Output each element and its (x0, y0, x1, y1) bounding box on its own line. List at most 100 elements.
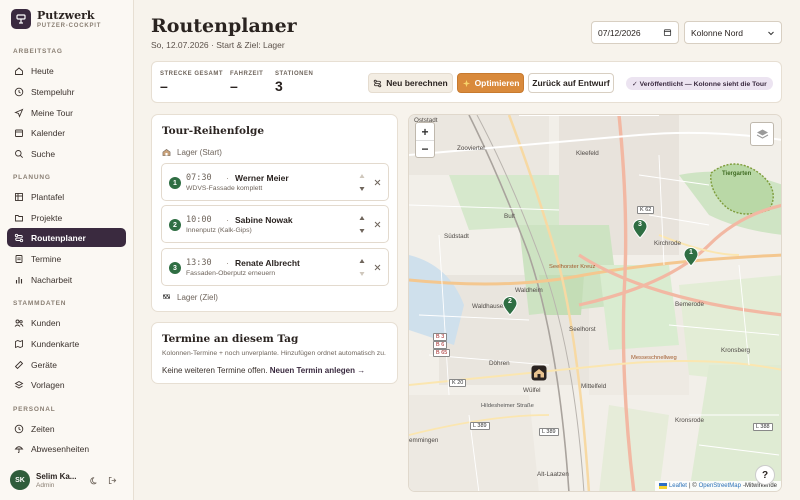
map-label: Kirchrode (654, 240, 681, 247)
sidebar-item-routenplaner[interactable]: Routenplaner (7, 228, 126, 247)
map-pin-number: 3 (638, 221, 642, 228)
move-down-button[interactable] (358, 270, 366, 278)
sidebar-item-kunden[interactable]: Kunden (7, 313, 126, 332)
triangle-down-icon (359, 229, 365, 233)
avatar[interactable]: SK (10, 470, 30, 490)
column-select[interactable]: Kolonne Nord (684, 21, 782, 44)
sidebar-item-label: Meine Tour (31, 107, 73, 118)
map-label: Südstadt (444, 233, 469, 240)
map-pin-stop-3[interactable]: 3 (632, 219, 648, 239)
back-to-draft-label: Zurück auf Entwurf (532, 78, 610, 88)
brand-title: Putzwerk (37, 8, 95, 22)
stop-time: 07:30 (186, 173, 212, 183)
move-up-button[interactable] (358, 214, 366, 222)
warehouse-icon (531, 365, 547, 381)
recalculate-button[interactable]: Neu berechnen (368, 73, 453, 93)
home-icon (15, 66, 23, 75)
sidebar-item-label: Kalender (31, 127, 66, 138)
road-shield: L 389 (470, 422, 490, 430)
map-pin-depot[interactable] (531, 365, 547, 385)
tour-stop[interactable]: 1 07:30 · Werner Meier WDVS-Fassade komp… (161, 163, 389, 201)
brand-logo-icon (11, 9, 31, 29)
sidebar-item-plantafel[interactable]: Plantafel (7, 187, 126, 206)
sidebar-item-zeiten[interactable]: Zeiten (7, 419, 126, 438)
route-stats-panel: STRECKE GESAMT – FAHRZEIT – STATIONEN 3 … (151, 61, 782, 103)
sidebar-item-abwesenheiten[interactable]: Abwesenheiten (7, 439, 126, 458)
tour-end-depot: Lager (Ziel) (162, 293, 218, 302)
sidebar-item-heute[interactable]: Heute (7, 61, 126, 80)
map-pin-stop-2[interactable]: 2 (502, 296, 518, 316)
triangle-down-icon (359, 272, 365, 276)
stat-distance-value: – (160, 78, 168, 94)
user-profile: SK Selim Ka... Admin (10, 468, 128, 492)
osm-link[interactable]: OpenStreetMap (699, 483, 741, 489)
stat-stations-value: 3 (275, 78, 283, 94)
leaflet-link[interactable]: Leaflet (669, 483, 687, 489)
map-pin-stop-1[interactable]: 1 (683, 247, 699, 267)
optimize-button[interactable]: Optimieren (457, 73, 524, 93)
tour-order-card: Tour-Reihenfolge Lager (Start) 1 07:30 ·… (151, 114, 398, 312)
map-pin-number: 2 (508, 298, 512, 305)
appointments-title: Termine an diesem Tag (162, 333, 299, 345)
sidebar-item-label: Plantafel (31, 191, 65, 202)
zoom-out-button[interactable]: − (416, 140, 434, 157)
stat-drive-time: FAHRZEIT – (230, 71, 263, 94)
sidebar-item-kundenkarte[interactable]: Kundenkarte (7, 334, 126, 353)
move-down-button[interactable] (358, 185, 366, 193)
users-icon (14, 319, 24, 327)
date-input[interactable]: 07/12/2026 (591, 21, 679, 44)
sidebar-item-suche[interactable]: Suche (7, 144, 126, 163)
stop-customer-name: Sabine Nowak (235, 215, 293, 225)
moon-icon (89, 476, 97, 484)
move-up-button[interactable] (358, 257, 366, 265)
tour-stop[interactable]: 3 13:30 · Renate Albrecht Fassaden-Oberp… (161, 248, 389, 286)
user-role: Admin (36, 481, 55, 489)
tour-stop[interactable]: 2 10:00 · Sabine Nowak Innenputz (Kalk-G… (161, 205, 389, 243)
brand[interactable]: Putzwerk PUTZER-COCKPIT (11, 9, 101, 29)
nav-section-personal: PERSONAL (13, 406, 56, 413)
page-subtitle: So, 12.07.2026 · Start & Ziel: Lager (151, 40, 285, 50)
grid-icon (15, 192, 23, 201)
logout-button[interactable] (106, 474, 118, 486)
bars-icon (15, 276, 23, 283)
sidebar-item-label: Suche (31, 148, 56, 159)
map-label: Zooviertel (457, 145, 485, 152)
back-to-draft-button[interactable]: Zurück auf Entwurf (528, 73, 614, 93)
tour-order-title: Tour-Reihenfolge (162, 125, 265, 137)
remove-stop-icon[interactable] (373, 178, 382, 187)
move-up-button[interactable] (358, 172, 366, 180)
layers-button[interactable] (750, 122, 774, 146)
remove-stop-icon[interactable] (373, 220, 382, 229)
zoom-in-button[interactable]: + (416, 123, 434, 140)
road-shield: L 388 (753, 423, 773, 431)
column-select-value: Kolonne Nord (691, 27, 743, 38)
map-label: Mittelfeld (581, 383, 607, 390)
sidebar-item-label: Projekte (31, 212, 63, 223)
help-button[interactable]: ? (755, 465, 775, 485)
sidebar-item-geraete[interactable]: Geräte (7, 355, 126, 374)
stop-description: WDVS-Fassade komplett (186, 185, 263, 192)
sidebar-item-vorlagen[interactable]: Vorlagen (7, 375, 126, 394)
theme-toggle-button[interactable] (88, 474, 100, 486)
route-map[interactable]: Oststadt Zooviertel Kleefeld Tiergarten … (408, 114, 782, 492)
finish-flag-icon (163, 294, 170, 299)
map-label: Bult (504, 213, 515, 220)
nav-section-planung: PLANUNG (13, 174, 51, 181)
attribution-separator: | © (688, 483, 697, 489)
layers-icon (14, 380, 24, 389)
sidebar-item-stempeluhr[interactable]: Stempeluhr (7, 82, 126, 101)
sidebar-item-meine-tour[interactable]: Meine Tour (7, 103, 126, 122)
sidebar-item-projekte[interactable]: Projekte (7, 208, 126, 227)
sparkle-icon (462, 79, 470, 87)
document-icon (15, 254, 23, 263)
sidebar-item-termine[interactable]: Termine (7, 249, 126, 268)
sidebar-item-kalender[interactable]: Kalender (7, 123, 126, 142)
sidebar-item-nacharbeit[interactable]: Nacharbeit (7, 270, 126, 289)
move-down-button[interactable] (358, 227, 366, 235)
map-label: Seelhorster Kreuz (549, 264, 596, 270)
remove-stop-icon[interactable] (373, 263, 382, 272)
chevron-down-icon (768, 31, 774, 35)
map-label: Döhren (489, 360, 510, 367)
appointments-empty-text: Keine weiteren Termine offen. (162, 366, 268, 375)
new-appointment-link[interactable]: Neuen Termin anlegen → (270, 366, 365, 375)
